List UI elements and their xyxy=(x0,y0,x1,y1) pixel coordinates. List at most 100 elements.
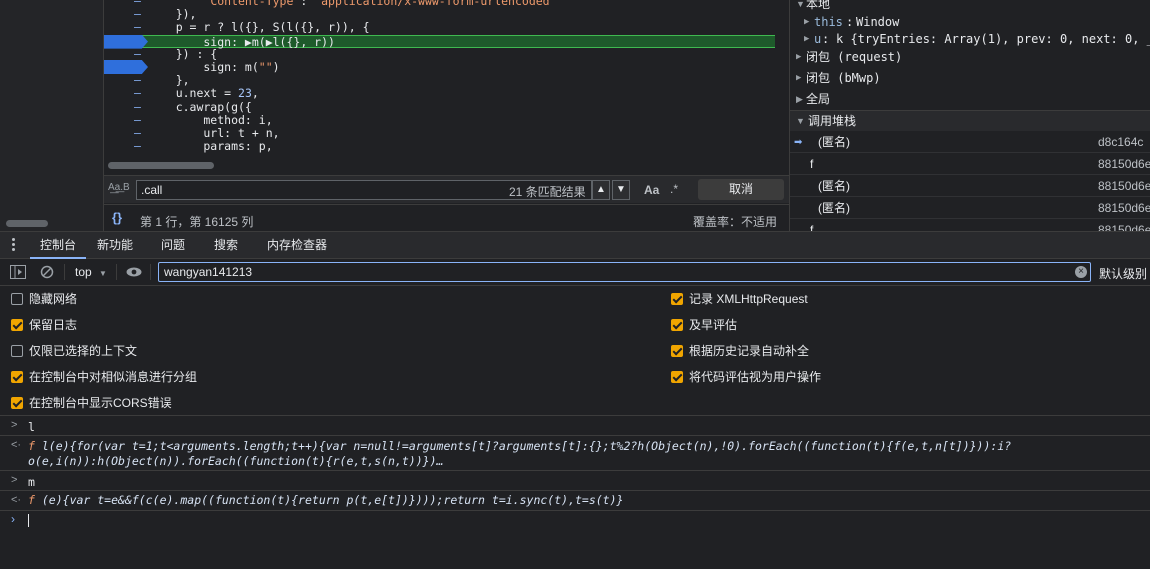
setting-checkbox[interactable] xyxy=(671,371,683,383)
line-gutter[interactable] xyxy=(104,34,148,49)
callstack-frame[interactable]: f 88150d6e xyxy=(790,154,1150,175)
log-levels-dropdown[interactable]: 默认级别 xyxy=(1099,265,1147,282)
console-output-text: (e){var t=e&&f(c(e).map((function(t){ret… xyxy=(41,493,624,507)
console-output-entry[interactable]: <· f (e){var t=e&&f(c(e).map((function(t… xyxy=(0,491,1150,511)
code-line[interactable]: – c.awrap(g({ xyxy=(104,99,775,114)
regex-button[interactable]: .* xyxy=(670,182,678,196)
frame-location[interactable]: 88150d6e xyxy=(1098,220,1150,231)
frame-location[interactable]: 88150d6e xyxy=(1098,176,1150,197)
line-dash: – xyxy=(134,7,141,22)
code-text: }, xyxy=(148,73,190,88)
context-selector[interactable]: top ▼ xyxy=(75,265,107,279)
breakpoint-marker[interactable] xyxy=(104,34,148,49)
more-vertical-icon[interactable] xyxy=(12,238,16,253)
frame-name: f xyxy=(810,223,814,231)
code-line[interactable]: sign: m("") xyxy=(104,60,775,74)
function-keyword: f xyxy=(28,493,35,507)
tab-issues[interactable]: 问题 xyxy=(161,232,185,259)
tab-whats-new[interactable]: 新功能 xyxy=(97,232,133,259)
line-gutter[interactable]: – xyxy=(104,100,148,114)
navigator-pane xyxy=(0,0,104,231)
pretty-print-button[interactable]: {} xyxy=(112,210,122,225)
line-gutter[interactable]: – xyxy=(104,21,148,34)
source-search-bar: A͟a͟.B .call 21 条匹配结果 ▲ ▼ Aa .* 取消 xyxy=(104,175,789,203)
callstack-header[interactable]: ▼ 调用堆栈 xyxy=(790,110,1150,131)
code-line[interactable]: – }), xyxy=(104,8,775,21)
navigator-scrollbar[interactable] xyxy=(6,220,48,227)
match-count: 21 条匹配结果 xyxy=(509,185,586,199)
cancel-button[interactable]: 取消 xyxy=(698,179,784,200)
source-editor[interactable]: – "Content-Type": "application/x-www-for… xyxy=(104,0,775,158)
code-line[interactable]: – }, xyxy=(104,74,775,87)
code-text: p = r ? l({}, S(l({}, r)), { xyxy=(148,20,370,35)
line-gutter[interactable]: – xyxy=(104,140,148,153)
scope-closure-bmwp[interactable]: ▶ 闭包 (bMwp) xyxy=(790,68,1150,89)
scope-closure-request[interactable]: ▶ 闭包 (request) xyxy=(790,47,1150,68)
frame-location[interactable]: 88150d6e xyxy=(1098,198,1150,219)
breakpoint-marker[interactable] xyxy=(104,60,148,74)
frame-location[interactable]: d8c164c xyxy=(1098,132,1143,153)
function-keyword: f xyxy=(28,439,35,453)
code-line[interactable]: – url: t + n, xyxy=(104,127,775,140)
code-line[interactable]: – "Content-Type": "application/x-www-for… xyxy=(104,0,775,8)
paused-code-line[interactable]: sign: ▶m(▶l({}, r)) xyxy=(104,34,775,49)
code-line[interactable]: – p = r ? l({}, S(l({}, r)), { xyxy=(104,21,775,34)
setting-checkbox[interactable] xyxy=(11,293,23,305)
toolbar-divider xyxy=(116,264,117,280)
code-line[interactable]: – params: p, xyxy=(104,140,775,153)
setting-checkbox[interactable] xyxy=(671,345,683,357)
scope-closure-bmwp-label: 闭包 (bMwp) xyxy=(806,71,881,85)
scope-closure-request-label: 闭包 (request) xyxy=(806,50,903,64)
code-text: c.awrap(g({ xyxy=(148,99,252,114)
coverage-status: 覆盖率：不适用 xyxy=(692,215,777,229)
line-gutter[interactable]: – xyxy=(104,74,148,87)
scope-global[interactable]: ▶ 全局 xyxy=(790,89,1150,110)
callstack-frame[interactable]: (匿名) 88150d6e xyxy=(790,198,1150,219)
console-messages: > l <· f l(e){for(var t=1;t<arguments.le… xyxy=(0,417,1150,569)
frame-name: (匿名) xyxy=(818,179,850,193)
search-previous-button[interactable]: ▲ xyxy=(592,180,610,200)
line-gutter[interactable]: – xyxy=(104,87,148,100)
setting-checkbox[interactable] xyxy=(671,319,683,331)
cursor-position: 第 1 行，第 16125 列 xyxy=(140,215,254,229)
setting-checkbox[interactable] xyxy=(671,293,683,305)
result-chevron-icon: <· xyxy=(11,439,22,451)
line-gutter[interactable]: – xyxy=(104,8,148,21)
eye-icon[interactable] xyxy=(126,267,142,277)
tab-console[interactable]: 控制台 xyxy=(30,232,87,259)
tab-search[interactable]: 搜索 xyxy=(214,232,238,259)
sidebar-toggle-icon[interactable] xyxy=(10,265,26,279)
line-gutter[interactable]: – xyxy=(104,113,148,127)
code-text: }) : { xyxy=(148,46,218,61)
line-gutter[interactable]: – xyxy=(104,127,148,140)
setting-checkbox[interactable] xyxy=(11,319,23,331)
callstack-frame[interactable]: f 88150d6e xyxy=(790,220,1150,231)
replace-toggle-icon[interactable]: A͟a͟.B xyxy=(108,182,130,193)
callstack-frame[interactable]: (匿名) 88150d6e xyxy=(790,176,1150,197)
code-line[interactable]: – }) : { xyxy=(104,46,775,61)
line-gutter[interactable]: – xyxy=(104,47,148,61)
callstack-frame[interactable]: ➡ (匿名) d8c164c xyxy=(790,132,1150,153)
console-prompt-input[interactable] xyxy=(28,514,29,527)
code-line[interactable]: – method: i, xyxy=(104,113,775,127)
clear-console-icon[interactable] xyxy=(40,265,54,279)
line-gutter[interactable] xyxy=(104,60,148,74)
match-case-button[interactable]: Aa xyxy=(644,183,659,197)
tab-memory-inspector[interactable]: 内存检查器 xyxy=(267,232,327,259)
setting-checkbox[interactable] xyxy=(11,371,23,383)
clear-filter-icon[interactable]: × xyxy=(1075,266,1087,278)
toolbar-divider xyxy=(150,264,151,280)
editor-scroll-thumb[interactable] xyxy=(108,162,214,169)
setting-checkbox[interactable] xyxy=(11,397,23,409)
line-gutter[interactable]: – xyxy=(104,0,148,8)
code-line[interactable]: – u.next = 23, xyxy=(104,87,775,100)
setting-label: 在控制台中显示CORS错误 xyxy=(29,396,172,410)
triangle-right-icon: ▶ xyxy=(796,73,802,83)
frame-location[interactable]: 88150d6e xyxy=(1098,154,1150,175)
console-filter-input[interactable]: wangyan141213 xyxy=(158,262,1091,282)
console-settings-pane: 隐藏网络 保留日志 仅限已选择的上下文 在控制台中对相似消息进行分组 在控制台中显示CO… xyxy=(0,286,1150,416)
setting-checkbox[interactable] xyxy=(11,345,23,357)
console-output-entry[interactable]: <· f l(e){for(var t=1;t<arguments.length… xyxy=(0,436,1150,471)
search-next-button[interactable]: ▼ xyxy=(612,180,630,200)
editor-horizontal-scrollbar[interactable] xyxy=(104,158,775,174)
